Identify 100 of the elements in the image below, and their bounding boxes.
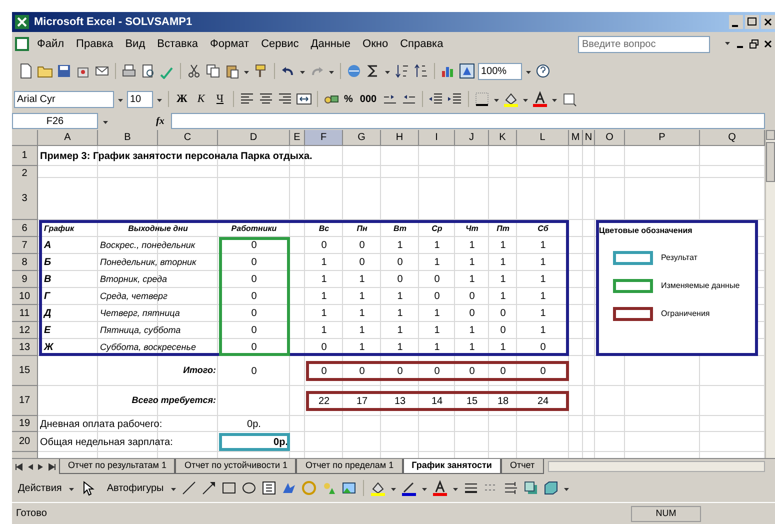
sheet-tab[interactable]: Отчет <box>500 459 544 474</box>
menu-item[interactable]: Правка <box>71 36 118 52</box>
menu-item[interactable]: Файл <box>32 36 70 52</box>
sheet-tab[interactable]: График занятости <box>402 459 501 474</box>
row-header[interactable]: 8 <box>12 254 38 271</box>
sort-ascending-icon[interactable] <box>394 63 410 79</box>
restore-icon[interactable] <box>749 39 759 49</box>
column-header[interactable]: O <box>595 130 625 146</box>
line-icon[interactable] <box>180 480 197 496</box>
column-header[interactable]: D <box>218 130 290 146</box>
row-header[interactable]: 7 <box>12 237 38 254</box>
close-icon[interactable] <box>761 15 775 29</box>
insert-function-button[interactable]: fx <box>153 113 168 129</box>
format-button[interactable]: Ж <box>174 91 190 107</box>
row-header[interactable]: 19 <box>12 416 38 432</box>
3d-icon[interactable] <box>542 480 559 496</box>
previous-sheet-icon[interactable] <box>26 462 34 470</box>
next-sheet-icon[interactable] <box>37 462 45 470</box>
font-color-icon[interactable] <box>432 480 448 496</box>
column-header[interactable]: P <box>625 130 700 146</box>
new-file-icon[interactable] <box>18 63 34 79</box>
column-header[interactable]: I <box>419 130 455 146</box>
print-preview-icon[interactable] <box>140 63 156 79</box>
arrow-style-icon[interactable] <box>502 480 519 496</box>
formula-field[interactable] <box>171 113 765 129</box>
column-header[interactable]: G <box>343 130 381 146</box>
cut-icon[interactable] <box>186 63 202 79</box>
number-format-button[interactable]: 000 <box>358 91 379 107</box>
column-header[interactable]: J <box>455 130 489 146</box>
oval-icon[interactable] <box>240 480 257 496</box>
font-name-field[interactable]: Arial Cyr <box>14 90 114 108</box>
number-format-button[interactable]: % <box>342 91 355 107</box>
fill-color-icon[interactable] <box>502 91 519 107</box>
menu-item[interactable]: Вставка <box>152 36 204 52</box>
help-icon[interactable] <box>535 63 551 79</box>
menu-item[interactable]: Окно <box>358 36 394 52</box>
arrow-icon[interactable] <box>200 480 217 496</box>
column-header[interactable]: A <box>38 130 98 146</box>
column-header[interactable]: H <box>381 130 419 146</box>
column-header[interactable]: K <box>489 130 517 146</box>
column-header[interactable]: N <box>583 130 595 146</box>
sheet-tab[interactable]: Отчет по устойчивости 1 <box>175 459 296 474</box>
row-header[interactable]: 12 <box>12 322 38 339</box>
menu-item[interactable]: Вид <box>120 36 150 52</box>
name-box[interactable]: F26 <box>12 113 98 129</box>
sheet-tab[interactable]: Отчет по результатам 1 <box>59 459 176 474</box>
fill-color-icon[interactable] <box>370 480 386 496</box>
caret-icon[interactable] <box>724 39 731 46</box>
paste-icon[interactable] <box>224 63 240 79</box>
borders-icon[interactable] <box>474 91 490 107</box>
row-header[interactable]: 15 <box>12 356 38 386</box>
scrollbar-thumb[interactable] <box>766 142 775 182</box>
vertical-scrollbar[interactable] <box>765 130 775 458</box>
column-header[interactable]: M <box>569 130 583 146</box>
autoshapes-menu-button[interactable]: Автофигуры <box>104 479 166 497</box>
picture-icon[interactable] <box>340 480 357 496</box>
text-box-icon[interactable] <box>260 480 277 496</box>
row-header[interactable]: 3 <box>12 178 38 220</box>
first-sheet-icon[interactable] <box>15 462 23 470</box>
copy-icon[interactable] <box>205 63 221 79</box>
menu-item[interactable]: Сервис <box>256 36 304 52</box>
row-header[interactable]: 9 <box>12 271 38 288</box>
line-color-icon[interactable] <box>400 480 417 496</box>
minimize-icon[interactable] <box>729 15 743 29</box>
help-search-field[interactable]: Введите вопрос <box>578 36 710 52</box>
row-header[interactable]: 1 <box>12 146 38 166</box>
row-header[interactable]: 10 <box>12 288 38 305</box>
row-header[interactable]: 20 <box>12 432 38 452</box>
sheet-tab[interactable]: Отчет по пределам 1 <box>296 459 403 474</box>
drawing-icon[interactable] <box>459 63 475 79</box>
last-sheet-icon[interactable] <box>48 462 56 470</box>
toolbar-options-icon[interactable] <box>560 91 577 107</box>
menu-item[interactable]: Формат <box>205 36 254 52</box>
row-header[interactable]: 11 <box>12 305 38 322</box>
actions-menu-button[interactable]: Действия <box>16 479 64 497</box>
close-icon[interactable] <box>763 39 773 49</box>
menu-item[interactable]: Данные <box>306 36 356 52</box>
save-icon[interactable] <box>56 63 72 79</box>
maximize-icon[interactable] <box>745 15 759 29</box>
row-header[interactable]: 17 <box>12 386 38 416</box>
row-header[interactable]: 13 <box>12 339 38 356</box>
row-header[interactable]: 6 <box>12 220 38 237</box>
column-header[interactable]: B <box>98 130 158 146</box>
menu-item[interactable]: Справка <box>395 36 448 52</box>
print-icon[interactable] <box>121 63 137 79</box>
column-header[interactable]: C <box>158 130 218 146</box>
font-size-field[interactable]: 10 <box>127 90 153 108</box>
shadow-icon[interactable] <box>522 480 539 496</box>
column-header[interactable]: E <box>290 130 305 146</box>
font-color-icon[interactable] <box>532 91 548 107</box>
column-header[interactable]: L <box>517 130 569 146</box>
column-header[interactable]: F <box>305 130 343 146</box>
zoom-field[interactable]: 100% <box>478 62 522 80</box>
horizontal-scrollbar[interactable] <box>548 461 765 472</box>
rectangle-icon[interactable] <box>220 480 237 496</box>
format-button[interactable]: К <box>193 91 209 107</box>
column-header[interactable]: Q <box>700 130 765 146</box>
format-button[interactable]: Ч <box>212 91 228 107</box>
sort-descending-icon[interactable] <box>413 63 429 79</box>
merge-center-icon[interactable] <box>296 91 312 107</box>
